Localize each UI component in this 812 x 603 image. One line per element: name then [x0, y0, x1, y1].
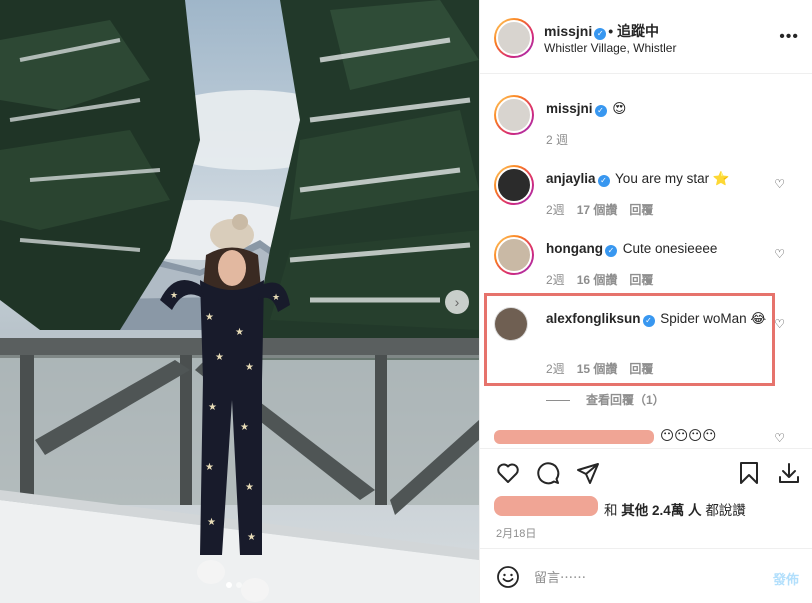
view-replies-button[interactable]: 查看回覆（1）	[546, 391, 665, 408]
owner-username[interactable]: missjni	[544, 23, 592, 39]
caption-row: missjni ✓ 😍 2 週	[480, 95, 812, 165]
comment-username[interactable]: hongang	[546, 241, 603, 256]
comment-body: Cute onesieeee	[622, 241, 718, 256]
svg-text:★: ★	[208, 402, 217, 413]
post-comment-button[interactable]: 發佈	[773, 569, 799, 588]
commenter-avatar[interactable]	[494, 235, 534, 275]
svg-text:★: ★	[240, 422, 249, 433]
like-heart-icon[interactable]	[494, 459, 522, 487]
post-header: missjni ✓ • 追蹤中 Whistler Village, Whistler…	[480, 0, 812, 74]
svg-text:★: ★	[205, 312, 214, 323]
svg-text:★: ★	[272, 292, 280, 302]
svg-text:★: ★	[247, 532, 256, 543]
carousel-indicator	[226, 582, 242, 588]
reply-button[interactable]: 回覆	[629, 273, 653, 287]
comment-composer: 發佈	[480, 548, 812, 603]
comment-body: 😶😶😶😶	[660, 428, 717, 443]
view-replies-label: 查看回覆（1）	[586, 393, 665, 407]
caption-text: missjni ✓ 😍	[546, 100, 777, 118]
comment-text: anjaylia ✓ You are my star ⭐	[546, 170, 777, 188]
verified-badge-icon: ✓	[594, 105, 607, 117]
like-comment-heart-icon[interactable]: ♡	[774, 177, 785, 191]
emoji-picker-icon[interactable]	[496, 565, 520, 589]
comment-bubble-icon[interactable]	[534, 459, 562, 487]
verified-badge-icon: ✓	[597, 175, 610, 187]
comment-time[interactable]: 2週	[546, 273, 565, 287]
svg-text:★: ★	[170, 290, 178, 300]
likes-suffix: 都說讚	[705, 503, 746, 518]
comment-meta: 2週 17 個讚 回覆	[546, 201, 665, 218]
comment-time[interactable]: 2週	[546, 203, 565, 217]
svg-text:★: ★	[207, 517, 216, 528]
caption-username[interactable]: missjni	[546, 101, 593, 116]
likes-and: 和	[604, 503, 618, 518]
owner-line: missjni ✓ • 追蹤中	[544, 21, 659, 41]
post-date[interactable]: 2月18日	[496, 525, 536, 541]
comments-list[interactable]: missjni ✓ 😍 2 週 anjaylia ✓ You are my star…	[480, 75, 812, 447]
comment-likes[interactable]: 16 個讚	[577, 273, 618, 287]
comment-username[interactable]: anjaylia	[546, 171, 596, 186]
carousel-dot	[236, 582, 242, 588]
comment-likes[interactable]: 17 個讚	[577, 203, 618, 217]
like-comment-heart-icon[interactable]: ♡	[774, 247, 785, 261]
svg-text:★: ★	[245, 362, 254, 373]
owner-avatar[interactable]	[494, 95, 534, 135]
post-image: ★ ★ ★ ★ ★ ★ ★ ★ ★ ★ ★ ★	[0, 0, 479, 603]
comment-row: anjaylia ✓ You are my star ⭐ 2週 17 個讚 回覆 ♡	[480, 165, 812, 235]
caption-time[interactable]: 2 週	[546, 133, 568, 147]
redacted-liker	[494, 496, 598, 516]
likes-others-count[interactable]: 其他 2.4萬 人	[621, 503, 701, 518]
more-horizontal-icon[interactable]: •••	[779, 28, 799, 46]
svg-text:★: ★	[245, 482, 254, 493]
like-comment-heart-icon[interactable]: ♡	[774, 317, 785, 331]
verified-badge-icon: ✓	[605, 245, 617, 257]
comment-body: You are my star ⭐	[615, 171, 730, 186]
comment-text: hongang ✓ Cute onesieeee	[546, 240, 777, 258]
redacted-username	[494, 430, 654, 444]
save-bookmark-icon[interactable]	[735, 459, 763, 487]
post-actions: 和 其他 2.4萬 人 都說讚 2月18日	[480, 448, 812, 548]
likes-summary[interactable]: 和 其他 2.4萬 人 都說讚	[604, 499, 746, 519]
post-photo[interactable]: ★ ★ ★ ★ ★ ★ ★ ★ ★ ★ ★ ★ ›	[0, 0, 479, 603]
comment-row-partial: 😶😶😶😶 ♡	[480, 427, 812, 447]
replies-divider	[546, 400, 570, 402]
highlight-box	[484, 293, 775, 386]
like-comment-heart-icon[interactable]: ♡	[774, 431, 785, 445]
owner-avatar[interactable]	[494, 18, 534, 58]
comment-meta: 2週 16 個讚 回覆	[546, 271, 665, 288]
caption-meta: 2 週	[546, 131, 580, 148]
share-send-icon[interactable]	[574, 459, 602, 487]
follow-status[interactable]: • 追蹤中	[608, 23, 659, 39]
carousel-dot	[226, 582, 232, 588]
svg-text:★: ★	[235, 327, 244, 338]
verified-badge-icon: ✓	[594, 28, 607, 40]
comment-input[interactable]	[534, 565, 754, 589]
svg-text:★: ★	[215, 352, 224, 363]
next-image-button[interactable]: ›	[445, 290, 469, 314]
post-location[interactable]: Whistler Village, Whistler	[544, 41, 676, 55]
reply-button[interactable]: 回覆	[629, 203, 653, 217]
download-icon[interactable]	[775, 459, 803, 487]
commenter-avatar[interactable]	[494, 165, 534, 205]
svg-text:★: ★	[205, 462, 214, 473]
caption-body: 😍	[612, 101, 627, 116]
